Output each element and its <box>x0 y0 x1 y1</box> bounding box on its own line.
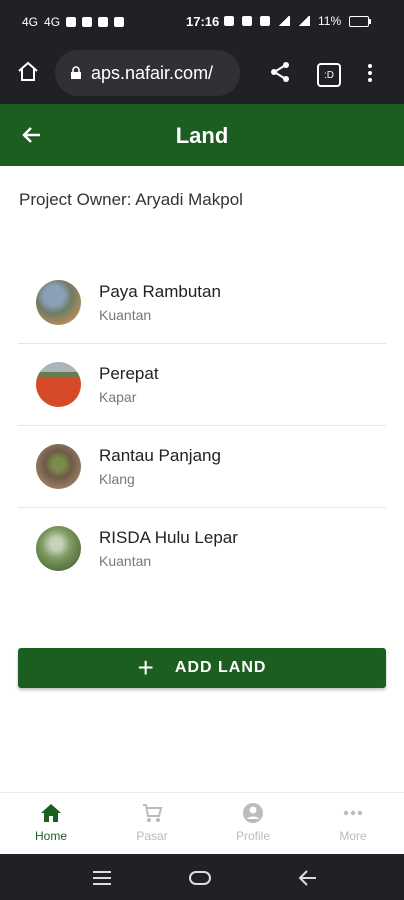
messenger-icon <box>82 17 93 27</box>
status-time: 17:16 <box>186 14 220 29</box>
land-thumbnail <box>36 526 81 571</box>
tabs-switcher-icon[interactable]: :D <box>317 63 341 87</box>
system-navigation-bar <box>0 854 404 900</box>
browser-menu-icon[interactable] <box>368 61 376 85</box>
vibrate-icon <box>260 16 270 26</box>
land-thumbnail <box>36 280 81 325</box>
signal-4g-icon-2: 4G <box>44 15 61 29</box>
youtube-icon <box>114 17 125 27</box>
home-button-icon[interactable] <box>188 866 212 890</box>
profile-icon <box>243 803 263 823</box>
browser-home-icon[interactable] <box>16 60 40 84</box>
cart-icon <box>143 804 163 822</box>
cloud-icon <box>98 17 109 27</box>
land-thumbnail <box>36 444 81 489</box>
land-location: Kapar <box>99 389 137 405</box>
browser-toolbar: aps.nafair.com/ :D <box>0 42 404 104</box>
share-icon[interactable] <box>268 60 292 84</box>
battery-icon <box>349 15 372 27</box>
land-name: Rantau Panjang <box>99 446 221 465</box>
alarm-icon <box>242 16 252 26</box>
signal-icon <box>298 16 310 26</box>
nav-home-label: Home <box>34 829 67 843</box>
status-left-icons: 4G 4G <box>22 15 125 29</box>
land-name: Paya Rambutan <box>99 282 221 301</box>
land-location: Kuantan <box>99 307 152 323</box>
add-land-button[interactable]: + ADD LAND <box>18 648 386 688</box>
more-icon <box>343 810 363 816</box>
land-list: Paya Rambutan Kuantan Perepat Kapar Rant… <box>18 262 386 589</box>
nav-profile-label: Profile <box>235 829 270 843</box>
nav-pasar[interactable]: Pasar <box>117 801 187 843</box>
land-item-risda-hulu-lepar[interactable]: RISDA Hulu Lepar Kuantan <box>18 508 386 589</box>
nav-home[interactable]: Home <box>16 801 86 843</box>
land-item-rantau-panjang[interactable]: Rantau Panjang Klang <box>18 426 386 508</box>
land-name: RISDA Hulu Lepar <box>99 528 238 547</box>
project-owner-label: Project Owner: Aryadi Makpol <box>19 190 243 209</box>
home-icon <box>41 804 61 822</box>
land-thumbnail <box>36 362 81 407</box>
app-bar: Land <box>0 104 404 166</box>
land-location: Kuantan <box>99 553 152 569</box>
url-text: aps.nafair.com/ <box>91 62 214 83</box>
bottom-navigation: Home Pasar Profile More <box>0 792 404 855</box>
land-item-paya-rambutan[interactable]: Paya Rambutan Kuantan <box>18 262 386 344</box>
lock-icon <box>71 66 81 79</box>
add-land-label: ADD LAND <box>174 659 267 676</box>
nav-pasar-label: Pasar <box>136 829 168 843</box>
nav-profile[interactable]: Profile <box>218 801 288 843</box>
gallery-icon <box>66 17 77 27</box>
status-bar: 4G 4G 17:16 11% <box>0 0 404 42</box>
battery-percent: 11% <box>318 14 342 28</box>
wifi-icon <box>278 16 290 26</box>
plus-icon: + <box>137 652 155 683</box>
url-bar[interactable]: aps.nafair.com/ <box>55 50 240 96</box>
recent-apps-icon[interactable] <box>90 866 114 890</box>
signal-4g-icon-1: 4G <box>22 15 39 29</box>
page-title: Land <box>175 123 229 148</box>
status-right-icons: 11% <box>224 14 372 28</box>
land-location: Klang <box>99 471 135 487</box>
nav-more[interactable]: More <box>318 801 388 843</box>
land-name: Perepat <box>99 364 159 383</box>
system-back-icon[interactable] <box>296 866 320 890</box>
bluetooth-icon <box>224 16 234 26</box>
nav-more-label: More <box>339 829 367 843</box>
land-item-perepat[interactable]: Perepat Kapar <box>18 344 386 426</box>
